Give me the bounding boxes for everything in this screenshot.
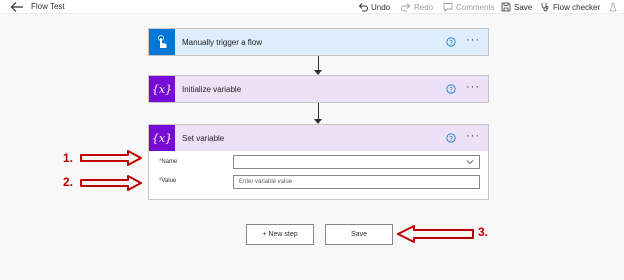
value-placeholder: Enter variable value: [239, 179, 293, 185]
top-toolbar: Flow Test Undo Redo Comments Save Flow c…: [0, 0, 624, 14]
comment-icon: [443, 3, 453, 12]
more-options-icon[interactable]: ···: [466, 35, 480, 46]
redo-icon: [401, 3, 411, 12]
annotation-number-1: 1.: [63, 151, 74, 165]
set-variable-card-title: Set variable: [182, 133, 225, 143]
undo-button[interactable]: Undo: [358, 1, 390, 13]
variable-icon: {x}: [149, 125, 175, 151]
comments-button[interactable]: Comments: [443, 1, 495, 13]
touch-hand-icon: [149, 29, 175, 55]
undo-label: Undo: [371, 2, 391, 12]
initialize-variable-card-title: Initialize variable: [182, 84, 242, 94]
save-toolbar-label: Save: [514, 2, 533, 12]
flow-checker-label: Flow checker: [553, 2, 601, 12]
annotation-number-3: 3.: [478, 225, 489, 239]
save-toolbar-button[interactable]: Save: [501, 1, 532, 13]
new-step-button[interactable]: + New step: [246, 224, 314, 245]
annotation-arrow-2: [80, 175, 142, 191]
undo-icon: [358, 3, 368, 12]
test-flask-icon[interactable]: [609, 2, 617, 12]
stethoscope-icon: [541, 3, 549, 12]
flow-checker-button[interactable]: Flow checker: [540, 1, 600, 13]
flow-title: Flow Test: [31, 2, 65, 11]
chevron-down-icon: [466, 160, 474, 165]
initialize-variable-card[interactable]: {x} Initialize variable ? ···: [148, 75, 489, 103]
annotation-arrow-3: [397, 225, 474, 243]
redo-label: Redo: [414, 2, 434, 12]
connector-line: [318, 103, 319, 119]
value-label-text: Value: [161, 178, 177, 184]
value-field-label: *Value: [159, 178, 176, 184]
connector-line: [318, 56, 319, 70]
variable-icon-glyph: {x}: [151, 131, 173, 145]
set-variable-card[interactable]: {x} Set variable ? ··· *Name *Value Ente…: [148, 124, 489, 200]
initialize-variable-card-header[interactable]: {x} Initialize variable ? ···: [149, 76, 488, 102]
more-options-icon[interactable]: ···: [466, 131, 480, 142]
comments-label: Comments: [456, 2, 495, 12]
trigger-card[interactable]: Manually trigger a flow ? ···: [148, 28, 489, 56]
set-variable-card-header[interactable]: {x} Set variable ? ···: [149, 125, 488, 151]
back-arrow-icon[interactable]: [10, 1, 24, 13]
save-button[interactable]: Save: [325, 224, 393, 245]
annotation-arrow-1: [80, 150, 142, 166]
name-field-label: *Name: [159, 159, 177, 165]
redo-button[interactable]: Redo: [401, 1, 433, 13]
annotation-number-2: 2.: [63, 175, 74, 189]
name-label-text: Name: [161, 159, 178, 165]
trigger-card-header[interactable]: Manually trigger a flow ? ···: [149, 29, 488, 55]
variable-icon: {x}: [149, 76, 175, 102]
name-dropdown[interactable]: [233, 155, 480, 169]
help-icon[interactable]: ?: [446, 133, 456, 143]
trigger-card-title: Manually trigger a flow: [182, 37, 263, 47]
variable-icon-glyph: {x}: [151, 82, 173, 96]
more-options-icon[interactable]: ···: [466, 82, 480, 93]
help-icon[interactable]: ?: [446, 84, 456, 94]
help-icon[interactable]: ?: [446, 37, 456, 47]
save-icon: [501, 2, 511, 12]
value-input[interactable]: Enter variable value: [233, 175, 480, 189]
